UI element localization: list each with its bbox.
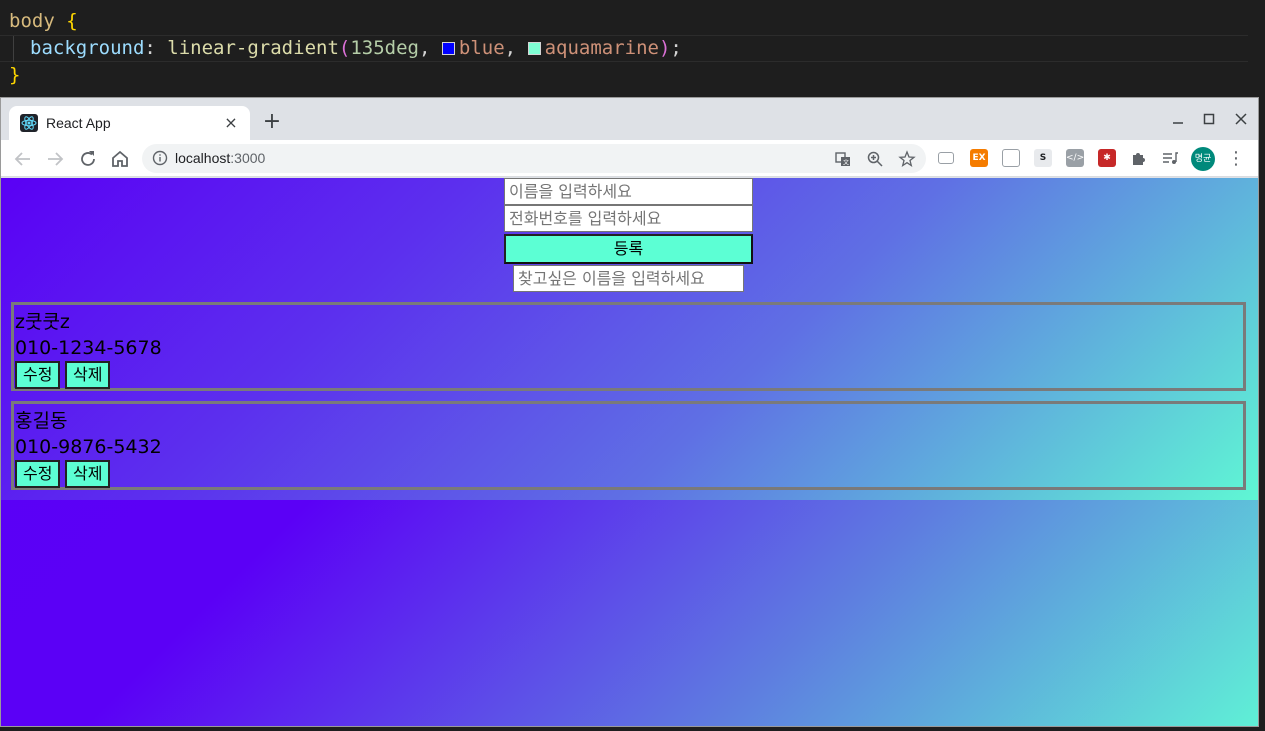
browser-toolbar: localhost:3000 文 EX S </> ✱ 명균 ⋮ bbox=[1, 140, 1258, 177]
arrow-left-icon[interactable] bbox=[11, 147, 35, 171]
contact-phone: 010-9876-5432 bbox=[15, 436, 162, 458]
svg-text:文: 文 bbox=[843, 159, 849, 167]
new-tab-button[interactable]: + bbox=[260, 110, 284, 134]
code-editor: body { background: linear-gradient(135de… bbox=[0, 0, 1265, 97]
translate-icon[interactable]: 文 bbox=[834, 150, 852, 168]
open-paren: ( bbox=[338, 37, 351, 59]
comma: , bbox=[504, 37, 517, 59]
url-text[interactable]: localhost:3000 bbox=[175, 144, 265, 173]
puzzle-icon[interactable] bbox=[1130, 149, 1148, 167]
minimize-icon[interactable] bbox=[1167, 108, 1189, 130]
close-paren: ) bbox=[658, 37, 671, 59]
delete-button[interactable]: 삭제 bbox=[65, 460, 111, 488]
phone-input[interactable]: 전화번호를 입력하세요 bbox=[504, 205, 753, 232]
color-swatch-aquamarine[interactable] bbox=[527, 42, 541, 55]
contact-name: 홍길동 bbox=[15, 410, 68, 432]
close-brace: } bbox=[9, 64, 21, 86]
contact-card: 홍길동 010-9876-5432 수정 삭제 bbox=[11, 401, 1246, 490]
address-bar[interactable]: localhost:3000 文 bbox=[142, 144, 926, 173]
code-line-3[interactable]: } bbox=[9, 62, 20, 89]
css-function: linear-gradient bbox=[167, 37, 339, 59]
star-icon[interactable] bbox=[898, 150, 916, 168]
search-input[interactable]: 찾고싶은 이름을 입력하세요 bbox=[513, 265, 744, 292]
name-input[interactable]: 이름을 입력하세요 bbox=[504, 178, 753, 205]
reload-icon[interactable] bbox=[76, 147, 100, 171]
page-viewport: 이름을 입력하세요 전화번호를 입력하세요 등록 찾고싶은 이름을 입력하세요 … bbox=[1, 178, 1258, 726]
extension-s-icon[interactable]: S bbox=[1034, 149, 1052, 167]
tab-strip: React App × + bbox=[1, 98, 1258, 140]
tab-react-app[interactable]: React App × bbox=[9, 106, 250, 140]
react-logo-icon bbox=[20, 114, 38, 132]
extension-mini-icon[interactable] bbox=[938, 152, 954, 164]
contact-card: z쿳쿳z 010-1234-5678 수정 삭제 bbox=[11, 302, 1246, 391]
color-swatch-blue[interactable] bbox=[441, 42, 455, 55]
url-host: localhost bbox=[175, 150, 231, 166]
close-window-icon[interactable] bbox=[1230, 108, 1252, 130]
close-tab-icon[interactable]: × bbox=[222, 114, 240, 132]
color-value-1: blue bbox=[458, 37, 505, 59]
profile-avatar[interactable]: 명균 bbox=[1191, 147, 1215, 171]
css-selector: body bbox=[9, 10, 55, 32]
url-port: :3000 bbox=[230, 150, 266, 166]
edit-button[interactable]: 수정 bbox=[15, 361, 61, 389]
color-value-2: aquamarine bbox=[544, 37, 659, 59]
semicolon: ; bbox=[670, 37, 682, 59]
tab-title: React App bbox=[46, 115, 111, 131]
edit-button[interactable]: 수정 bbox=[15, 460, 61, 488]
extension-code-icon[interactable]: </> bbox=[1066, 149, 1084, 167]
open-brace: { bbox=[66, 10, 78, 32]
code-line-1[interactable]: body { bbox=[9, 8, 78, 35]
zoom-icon[interactable] bbox=[866, 150, 884, 168]
css-property: background bbox=[30, 37, 145, 59]
extension-ex-icon[interactable]: EX bbox=[970, 149, 988, 167]
colon: : bbox=[144, 37, 156, 59]
app-root: 이름을 입력하세요 전화번호를 입력하세요 등록 찾고싶은 이름을 입력하세요 … bbox=[1, 178, 1258, 500]
contact-name: z쿳쿳z bbox=[15, 311, 70, 333]
media-control-icon[interactable] bbox=[1161, 149, 1179, 167]
home-icon[interactable] bbox=[108, 147, 132, 171]
code-line-2[interactable]: background: linear-gradient(135deg, blue… bbox=[30, 35, 682, 62]
angle-value: 135deg bbox=[350, 37, 419, 59]
contact-phone: 010-1234-5678 bbox=[15, 337, 162, 359]
info-icon[interactable] bbox=[152, 150, 168, 166]
browser-window: React App × + localhost:3000 文 EX S </> … bbox=[0, 97, 1259, 727]
indent-guide bbox=[13, 36, 14, 62]
maximize-icon[interactable] bbox=[1198, 108, 1220, 130]
arrow-right-icon[interactable] bbox=[43, 147, 67, 171]
comma: , bbox=[418, 37, 431, 59]
delete-button[interactable]: 삭제 bbox=[65, 361, 111, 389]
extension-red-icon[interactable]: ✱ bbox=[1098, 149, 1116, 167]
kebab-menu-icon[interactable]: ⋮ bbox=[1227, 147, 1245, 171]
register-button[interactable]: 등록 bbox=[504, 234, 753, 264]
extension-window-icon[interactable] bbox=[1002, 149, 1020, 167]
